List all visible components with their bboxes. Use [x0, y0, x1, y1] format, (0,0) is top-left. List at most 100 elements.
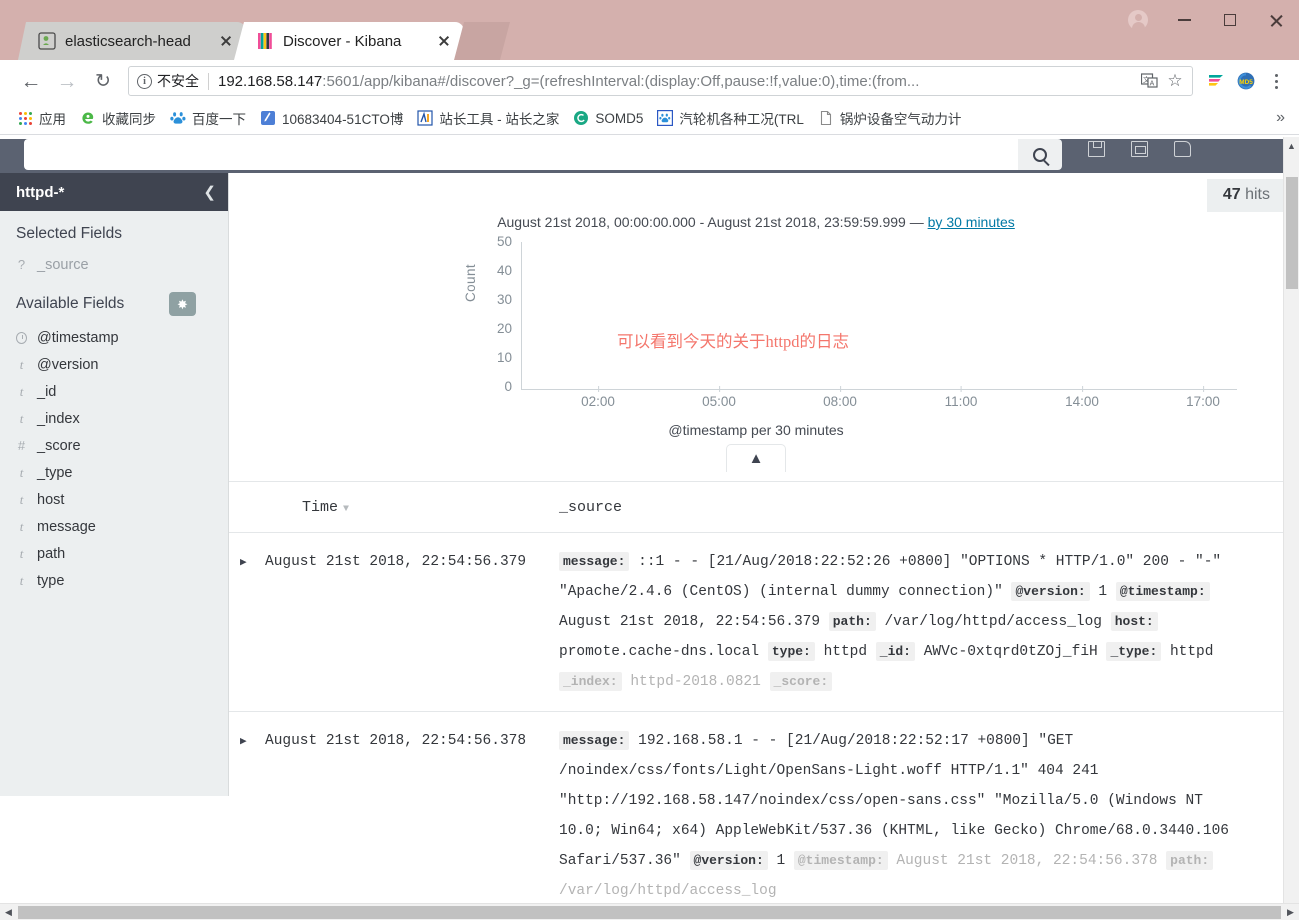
- scroll-right-button[interactable]: ▶: [1282, 907, 1299, 918]
- column-header-source[interactable]: _source: [559, 482, 1283, 533]
- scroll-up-button[interactable]: ▲: [1284, 137, 1299, 154]
- selected-fields-label: Selected Fields: [16, 225, 122, 242]
- save-icon[interactable]: [1088, 141, 1105, 157]
- sidebar-field-version[interactable]: t @version: [0, 351, 228, 378]
- share-icon[interactable]: [1174, 141, 1191, 157]
- field-value: httpd: [1169, 644, 1214, 660]
- address-bar[interactable]: i 不安全 192.168.58.147:5601/app/kibana#/di…: [128, 66, 1193, 96]
- field-value: August 21st 2018, 22:54:56.378: [896, 853, 1158, 869]
- x-tick: 08:00: [823, 386, 857, 409]
- field-type-icon: t: [19, 410, 24, 426]
- discover-main: 47 hits August 21st 2018, 00:00:00.000 -…: [229, 173, 1283, 920]
- expand-row-icon[interactable]: ▶: [229, 532, 265, 712]
- star-icon[interactable]: ☆: [1164, 70, 1186, 92]
- field-type-icon: ?: [17, 257, 26, 272]
- sidebar-field-host[interactable]: t host: [0, 486, 228, 513]
- translate-icon[interactable]: 文 A: [1138, 70, 1160, 92]
- field-name: _source: [37, 256, 89, 273]
- tab-elasticsearch-head[interactable]: elasticsearch-head: [18, 22, 246, 60]
- kebab-menu-icon[interactable]: [1263, 68, 1289, 94]
- profile-avatar-icon[interactable]: [1115, 0, 1161, 40]
- row-time: August 21st 2018, 22:54:56.379: [265, 532, 559, 712]
- field-value: 1: [776, 853, 786, 869]
- bookmark-chinaz[interactable]: 站长工具 - 站长之家: [410, 106, 566, 130]
- bookmark-51cto-blog[interactable]: 10683404-51CTO博: [253, 106, 410, 130]
- scrollbar-thumb[interactable]: [18, 905, 1281, 919]
- field-name: message: [37, 518, 96, 535]
- field-name: _id: [37, 383, 57, 400]
- hits-label: hits: [1245, 186, 1270, 203]
- bookmark-label: 锅炉设备空气动力计: [839, 112, 962, 127]
- row-source: message: 192.168.58.1 - - [21/Aug/2018:2…: [559, 711, 1283, 920]
- y-tick: 30: [496, 292, 512, 307]
- field-type-icon: t: [19, 383, 24, 399]
- hits-count: 47 hits: [1206, 179, 1283, 212]
- interval-link[interactable]: by 30 minutes: [928, 214, 1015, 230]
- field-value: promote.cache-dns.local: [559, 644, 760, 660]
- chevron-left-icon[interactable]: ❮: [203, 185, 216, 200]
- elastic-extension-icon[interactable]: [1203, 68, 1229, 94]
- minimize-icon[interactable]: [1161, 0, 1207, 40]
- bookmark-turbine-doc[interactable]: 汽轮机各种工况(TRL: [650, 106, 811, 130]
- chevron-up-icon[interactable]: ▲: [726, 444, 786, 472]
- bookmark-favorites-sync[interactable]: 收藏同步: [73, 106, 163, 130]
- arrow-left-icon: ←: [20, 69, 42, 93]
- column-header-time[interactable]: Time ▼: [265, 482, 559, 533]
- field-value: /var/log/httpd/access_log: [884, 614, 1103, 630]
- forward-button[interactable]: →: [50, 64, 84, 98]
- bookmark-baidu[interactable]: 百度一下: [163, 106, 253, 130]
- field-value: August 21st 2018, 22:54:56.379: [559, 614, 821, 630]
- page-horizontal-scrollbar[interactable]: ◀ ▶: [0, 903, 1299, 920]
- table-row[interactable]: ▶ August 21st 2018, 22:54:56.379 message…: [229, 532, 1283, 712]
- md5-extension-icon[interactable]: MD5: [1233, 68, 1259, 94]
- expand-row-icon[interactable]: ▶: [229, 711, 265, 920]
- sidebar-field-id[interactable]: t _id: [0, 378, 228, 405]
- field-key: _score:: [769, 672, 833, 691]
- page-vertical-scrollbar[interactable]: ▲ ▼: [1283, 137, 1299, 920]
- close-icon[interactable]: [434, 31, 454, 51]
- index-pattern-header[interactable]: httpd-* ❮: [0, 173, 228, 211]
- sidebar-field-score[interactable]: # _score: [0, 432, 228, 459]
- gear-icon[interactable]: ✸: [169, 292, 196, 316]
- bookmark-boiler-doc[interactable]: 锅炉设备空气动力计: [811, 106, 969, 130]
- sidebar-field-timestamp[interactable]: @timestamp: [0, 324, 228, 351]
- field-key: message:: [559, 731, 630, 750]
- close-icon[interactable]: [216, 31, 236, 51]
- scrollbar-thumb[interactable]: [1286, 177, 1298, 289]
- divider: [208, 72, 209, 90]
- reload-button[interactable]: ↻: [86, 64, 120, 98]
- bookmark-somd5[interactable]: SOMD5: [566, 106, 650, 130]
- field-key: path:: [1166, 851, 1214, 870]
- bookmarks-overflow-button[interactable]: »: [1270, 109, 1291, 127]
- back-button[interactable]: ←: [14, 64, 48, 98]
- sidebar-field-type-meta[interactable]: t _type: [0, 459, 228, 486]
- sidebar-field-index[interactable]: t _index: [0, 405, 228, 432]
- y-tick: 50: [496, 234, 512, 249]
- kibana-query-bar: [24, 139, 1062, 170]
- chart-title-separator: —: [905, 214, 928, 230]
- reload-icon: ↻: [95, 70, 111, 92]
- scroll-left-button[interactable]: ◀: [0, 907, 17, 918]
- field-name: host: [37, 491, 65, 508]
- sidebar-field-type[interactable]: t type: [0, 567, 228, 594]
- sidebar-field-message[interactable]: t message: [0, 513, 228, 540]
- open-icon[interactable]: [1131, 141, 1148, 157]
- sidebar-field-path[interactable]: t path: [0, 540, 228, 567]
- security-label: 不安全: [157, 73, 199, 89]
- search-input[interactable]: [24, 139, 1018, 170]
- x-axis-label: @timestamp per 30 minutes: [668, 422, 844, 438]
- kibana-content: httpd-* ❮ Selected Fields ? _source Avai…: [0, 173, 1283, 920]
- maximize-icon[interactable]: [1207, 0, 1253, 40]
- field-key: _index:: [559, 672, 622, 691]
- extension-icons: MD5: [1203, 68, 1289, 94]
- tab-discover-kibana[interactable]: Discover - Kibana: [234, 22, 464, 60]
- sidebar-field-_source[interactable]: ? _source: [0, 251, 228, 278]
- table-row[interactable]: ▶ August 21st 2018, 22:54:56.378 message…: [229, 711, 1283, 920]
- svg-text:MD5: MD5: [1239, 79, 1253, 86]
- bookmark-apps[interactable]: 应用: [10, 106, 73, 130]
- field-sidebar: httpd-* ❮ Selected Fields ? _source Avai…: [0, 173, 229, 796]
- search-button[interactable]: [1018, 139, 1062, 170]
- info-circle-icon[interactable]: i: [137, 73, 152, 89]
- close-icon[interactable]: [1253, 0, 1299, 40]
- baidu-doc-icon: [657, 110, 674, 126]
